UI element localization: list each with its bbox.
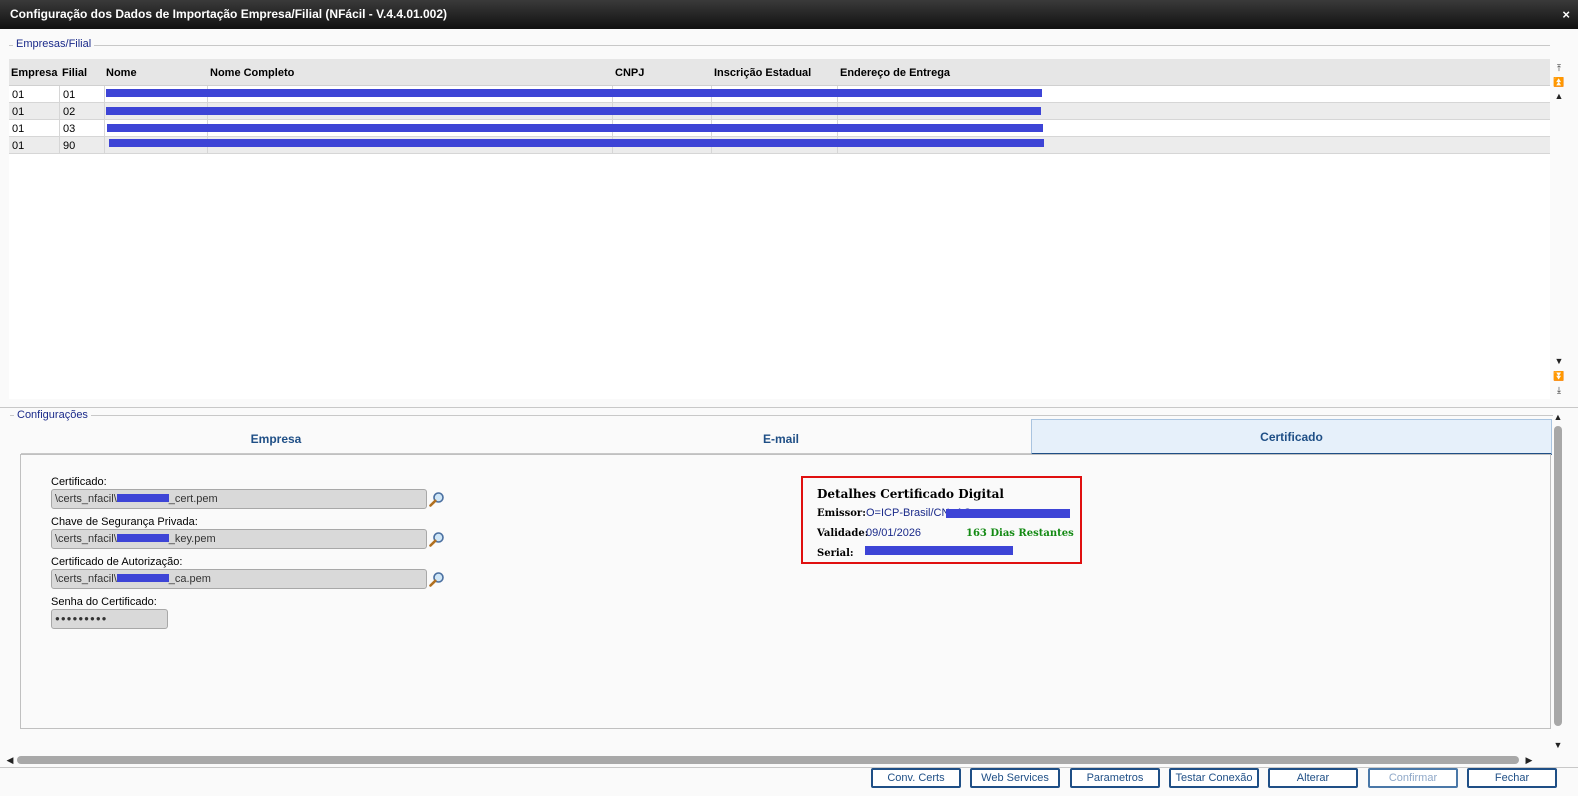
redacted-block [116, 574, 169, 582]
empresas-legend: Empresas/Filial [13, 38, 95, 50]
cell-separator [59, 86, 60, 102]
col-cnpj[interactable]: CNPJ [615, 67, 644, 79]
cell-separator [104, 86, 105, 102]
grid-header: Empresa Filial Nome Nome Completo CNPJ I… [9, 59, 1550, 86]
scroll-up-icon[interactable]: ▲ [1552, 90, 1566, 102]
redacted-block [865, 546, 1013, 555]
fechar-button[interactable]: Fechar [1467, 768, 1557, 788]
cell-empresa: 01 [12, 140, 25, 152]
path-prefix: \certs_nfacil\ [55, 493, 117, 505]
col-inscricao-estadual[interactable]: Inscrição Estadual [714, 67, 811, 79]
senha-label: Senha do Certificado: [51, 596, 157, 608]
tab-certificado[interactable]: Certificado [1031, 419, 1552, 455]
table-row[interactable]: 01 90 [9, 137, 1550, 154]
senha-field[interactable]: ●●●●●●●●● [51, 609, 168, 629]
redacted-block [106, 89, 1042, 97]
cell-separator [104, 120, 105, 136]
table-row[interactable]: 01 03 [9, 120, 1550, 137]
scroll-page-up-icon[interactable]: ⏫ [1552, 76, 1566, 88]
close-icon[interactable]: × [1562, 0, 1570, 29]
table-row[interactable]: 01 01 [9, 86, 1550, 103]
cell-filial: 90 [63, 140, 76, 152]
scroll-up-icon[interactable]: ▲ [1551, 411, 1565, 423]
magnifier-icon[interactable] [429, 491, 445, 507]
redacted-block [116, 534, 169, 542]
table-row[interactable]: 01 02 [9, 103, 1550, 120]
cell-filial: 02 [63, 106, 76, 118]
col-nome-completo[interactable]: Nome Completo [210, 67, 294, 79]
validade-value: 09/01/2026 [866, 527, 922, 539]
col-empresa[interactable]: Empresa [11, 67, 57, 79]
cell-empresa: 01 [12, 106, 25, 118]
tab-empresa[interactable]: Empresa [21, 419, 531, 455]
scroll-right-icon[interactable]: ▶ [1522, 754, 1536, 766]
serial-label: Serial: [817, 548, 854, 559]
path-suffix: _ca.pem [168, 573, 211, 585]
redacted-block [116, 494, 169, 502]
dias-restantes: 163 Dias Restantes [966, 528, 1074, 539]
redacted-block [106, 107, 1041, 115]
alterar-button[interactable]: Alterar [1268, 768, 1358, 788]
magnifier-icon[interactable] [429, 571, 445, 587]
window-titlebar: Configuração dos Dados de Importação Emp… [0, 0, 1578, 29]
cell-filial: 03 [63, 123, 76, 135]
scroll-top-icon[interactable]: ⤒ [1552, 62, 1566, 74]
config-tabs: Empresa E-mail Certificado [21, 419, 1552, 455]
path-prefix: \certs_nfacil\ [55, 573, 117, 585]
col-filial[interactable]: Filial [62, 67, 87, 79]
cell-empresa: 01 [12, 89, 25, 101]
autorizacao-field[interactable]: \certs_nfacil\ _ca.pem [51, 569, 427, 589]
conv-certs-button[interactable]: Conv. Certs [871, 768, 961, 788]
cell-separator [104, 137, 105, 153]
main-area: Empresas/Filial Empresa Filial Nome Nome… [0, 29, 1578, 796]
section-divider [0, 407, 1578, 408]
cell-separator [59, 120, 60, 136]
certificate-details-box: Detalhes Certificado Digital Emissor: O=… [801, 476, 1082, 564]
validade-label: Validade: [817, 528, 869, 539]
autorizacao-label: Certificado de Autorização: [51, 556, 183, 568]
window-title: Configuração dos Dados de Importação Emp… [10, 7, 448, 21]
emissor-label: Emissor: [817, 508, 866, 519]
cell-empresa: 01 [12, 123, 25, 135]
horizontal-scrollbar[interactable] [17, 756, 1519, 764]
vertical-scrollbar[interactable] [1554, 426, 1562, 726]
scroll-left-icon[interactable]: ◀ [3, 754, 17, 766]
scroll-page-down-icon[interactable]: ⏬ [1552, 370, 1566, 382]
config-fieldset [10, 415, 1553, 416]
certificado-panel: Certificado: \certs_nfacil\ _cert.pem Cha… [20, 454, 1551, 729]
chave-label: Chave de Segurança Privada: [51, 516, 198, 528]
path-prefix: \certs_nfacil\ [55, 533, 117, 545]
web-services-button[interactable]: Web Services [970, 768, 1060, 788]
parametros-button[interactable]: Parametros [1070, 768, 1160, 788]
scroll-down-icon[interactable]: ▼ [1552, 355, 1566, 367]
col-endereco-entrega[interactable]: Endereço de Entrega [840, 67, 950, 79]
empresas-fieldset [9, 45, 1550, 46]
redacted-block [107, 124, 1043, 132]
cell-separator [59, 103, 60, 119]
chave-field[interactable]: \certs_nfacil\ _key.pem [51, 529, 427, 549]
certificado-field[interactable]: \certs_nfacil\ _cert.pem [51, 489, 427, 509]
scroll-down-icon[interactable]: ▼ [1551, 739, 1565, 751]
confirmar-button[interactable]: Confirmar [1368, 768, 1458, 788]
redacted-block [109, 139, 1044, 147]
empresas-grid: Empresa Filial Nome Nome Completo CNPJ I… [9, 59, 1550, 399]
testar-conexao-button[interactable]: Testar Conexão [1169, 768, 1259, 788]
redacted-block [946, 509, 1070, 518]
cell-filial: 01 [63, 89, 76, 101]
certificate-details-title: Detalhes Certificado Digital [817, 487, 1004, 501]
col-nome[interactable]: Nome [106, 67, 137, 79]
cell-separator [104, 103, 105, 119]
path-suffix: _key.pem [168, 533, 216, 545]
tab-email[interactable]: E-mail [531, 419, 1031, 455]
cell-separator [59, 137, 60, 153]
certificado-label: Certificado: [51, 476, 107, 488]
scroll-bottom-icon[interactable]: ⤓ [1552, 384, 1566, 396]
path-suffix: _cert.pem [168, 493, 218, 505]
magnifier-icon[interactable] [429, 531, 445, 547]
